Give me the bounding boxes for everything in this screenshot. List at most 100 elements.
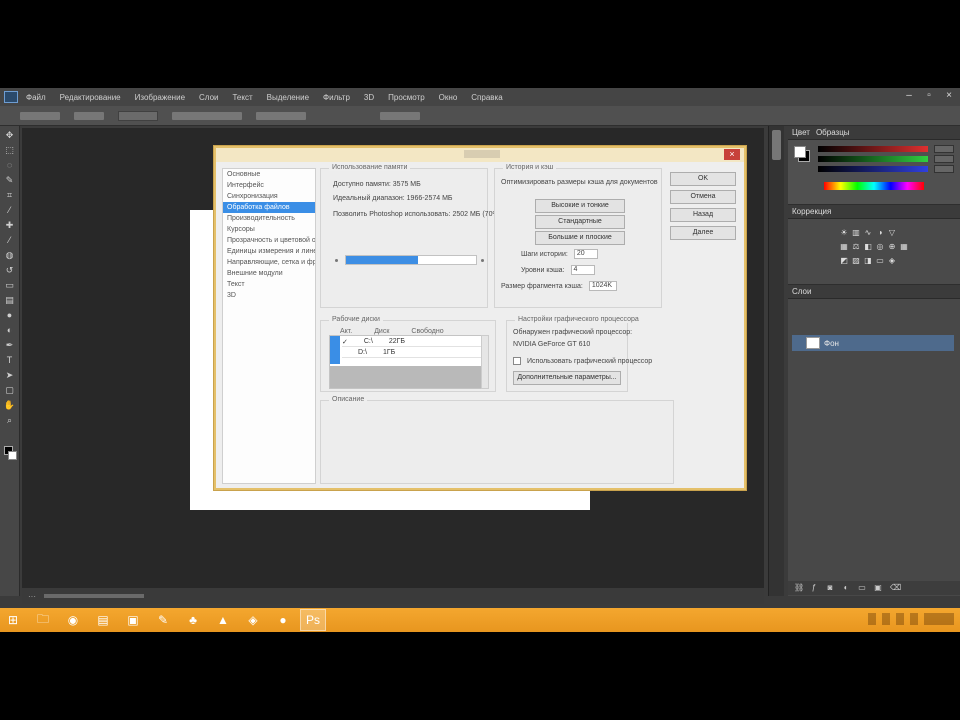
minimize-icon[interactable]: –: [904, 91, 914, 101]
tray-network-icon[interactable]: [882, 613, 890, 625]
mask-icon[interactable]: ◙: [826, 584, 834, 592]
tab-adjustments[interactable]: Коррекция: [792, 207, 831, 216]
lookup-icon[interactable]: ▦: [900, 243, 908, 251]
green-slider[interactable]: [818, 156, 928, 162]
red-value[interactable]: [934, 145, 954, 153]
foreground-color-picker[interactable]: [794, 146, 806, 158]
option-refine[interactable]: [380, 111, 420, 120]
col-active[interactable]: Акт.: [340, 328, 352, 335]
history-states-input[interactable]: 20: [573, 249, 598, 259]
network-icon[interactable]: ◈: [240, 609, 266, 631]
menu-view[interactable]: Просмотр: [388, 93, 425, 102]
cache-tile-select[interactable]: 1024K: [588, 281, 617, 291]
zoom-level[interactable]: ···: [28, 592, 36, 601]
balance-icon[interactable]: ⚖: [852, 243, 860, 251]
category-item[interactable]: Производительность: [223, 213, 315, 224]
maximize-icon[interactable]: ▫: [924, 91, 934, 101]
vibrance-icon[interactable]: ▽: [888, 229, 896, 237]
table-scrollbar[interactable]: [481, 335, 489, 389]
shape-tool-icon[interactable]: ▢: [4, 384, 16, 396]
dialog-titlebar[interactable]: ×: [216, 148, 744, 162]
tab-swatches[interactable]: Образцы: [816, 128, 850, 137]
memory-slider[interactable]: [345, 255, 477, 265]
move-tool-icon[interactable]: ✥: [4, 129, 16, 141]
menu-file[interactable]: Файл: [26, 93, 46, 102]
vlc-icon[interactable]: ▲: [210, 609, 236, 631]
table-row[interactable]: ✓ C:\ 22ГБ: [342, 338, 486, 347]
gpu-checkbox[interactable]: [513, 357, 521, 365]
tool-preset-picker[interactable]: [20, 111, 60, 120]
menu-help[interactable]: Справка: [471, 93, 502, 102]
folder-icon[interactable]: ▤: [90, 609, 116, 631]
photoshop-taskbar-icon[interactable]: Ps: [300, 609, 326, 631]
table-row[interactable]: D:\ 1ГБ: [342, 349, 486, 358]
category-item[interactable]: Прозрачность и цветовой охват: [223, 235, 315, 246]
chrome-icon[interactable]: ◉: [60, 609, 86, 631]
cache-levels-input[interactable]: 4: [570, 265, 595, 275]
dialog-close-icon[interactable]: ×: [724, 149, 740, 160]
hue-icon[interactable]: ▦: [840, 243, 848, 251]
category-item[interactable]: Направляющие, сетка и фрагменты: [223, 257, 315, 268]
cancel-button[interactable]: Отмена: [670, 190, 736, 204]
group-icon[interactable]: ▭: [858, 584, 866, 592]
pen-tool-icon[interactable]: ✒: [4, 339, 16, 351]
cell-active[interactable]: ✓: [342, 338, 348, 346]
background-color-swatch[interactable]: [8, 451, 17, 460]
category-item[interactable]: 3D: [223, 290, 315, 301]
blue-value[interactable]: [934, 165, 954, 173]
panel-collapse-strip[interactable]: [768, 126, 784, 596]
gradient-map-icon[interactable]: ▭: [876, 257, 884, 265]
tray-clock[interactable]: [924, 613, 954, 625]
menu-edit[interactable]: Редактирование: [60, 93, 121, 102]
zoom-tool-icon[interactable]: ⌕: [4, 414, 16, 426]
curves-icon[interactable]: ∿: [864, 229, 872, 237]
gradient-tool-icon[interactable]: ▤: [4, 294, 16, 306]
scrollbar-thumb[interactable]: [772, 130, 781, 160]
marquee-tool-icon[interactable]: ⬚: [4, 144, 16, 156]
menu-select[interactable]: Выделение: [267, 93, 309, 102]
menu-image[interactable]: Изображение: [135, 93, 185, 102]
menu-layer[interactable]: Слои: [199, 93, 218, 102]
notepad-icon[interactable]: ✎: [150, 609, 176, 631]
store-icon[interactable]: ▣: [120, 609, 146, 631]
prev-button[interactable]: Назад: [670, 208, 736, 222]
brightness-icon[interactable]: ☀: [840, 229, 848, 237]
option-align[interactable]: [172, 111, 242, 120]
bw-icon[interactable]: ◧: [864, 243, 872, 251]
selective-color-icon[interactable]: ◈: [888, 257, 896, 265]
category-item[interactable]: Единицы измерения и линейки: [223, 246, 315, 257]
threshold-icon[interactable]: ◨: [864, 257, 872, 265]
category-item[interactable]: Курсоры: [223, 224, 315, 235]
close-icon[interactable]: ×: [944, 91, 954, 101]
tall-thin-button[interactable]: Высокие и тонкие: [535, 199, 625, 213]
dodge-tool-icon[interactable]: ◐: [4, 324, 16, 336]
eraser-tool-icon[interactable]: ▭: [4, 279, 16, 291]
game-icon[interactable]: ♣: [180, 609, 206, 631]
gpu-advanced-button[interactable]: Дополнительные параметры...: [513, 371, 621, 385]
photo-filter-icon[interactable]: ◎: [876, 243, 884, 251]
menu-window[interactable]: Окно: [439, 93, 458, 102]
category-item[interactable]: Синхронизация: [223, 191, 315, 202]
opera-icon[interactable]: ●: [270, 609, 296, 631]
history-brush-tool-icon[interactable]: ↺: [4, 264, 16, 276]
tray-flag-icon[interactable]: [868, 613, 876, 625]
menu-type[interactable]: Текст: [232, 93, 252, 102]
explorer-icon[interactable]: 🗀: [30, 609, 56, 631]
start-icon[interactable]: ⊞: [0, 609, 26, 631]
status-scroll-track[interactable]: [44, 594, 144, 598]
option-field[interactable]: [118, 110, 158, 121]
default-button[interactable]: Стандартные: [535, 215, 625, 229]
quick-select-tool-icon[interactable]: ✎: [4, 174, 16, 186]
link-layers-icon[interactable]: ⛓: [794, 584, 804, 592]
col-drive[interactable]: Диск: [374, 328, 389, 335]
clone-tool-icon[interactable]: ◍: [4, 249, 16, 261]
option-style[interactable]: [256, 111, 306, 120]
tab-color[interactable]: Цвет: [792, 128, 810, 137]
layer-row-background[interactable]: Фон: [792, 335, 954, 351]
tray-lang-icon[interactable]: [910, 613, 918, 625]
menu-filter[interactable]: Фильтр: [323, 93, 350, 102]
new-layer-icon[interactable]: ▣: [874, 584, 882, 592]
big-flat-button[interactable]: Большие и плоские: [535, 231, 625, 245]
path-select-tool-icon[interactable]: ➤: [4, 369, 16, 381]
levels-icon[interactable]: ▥: [852, 229, 860, 237]
